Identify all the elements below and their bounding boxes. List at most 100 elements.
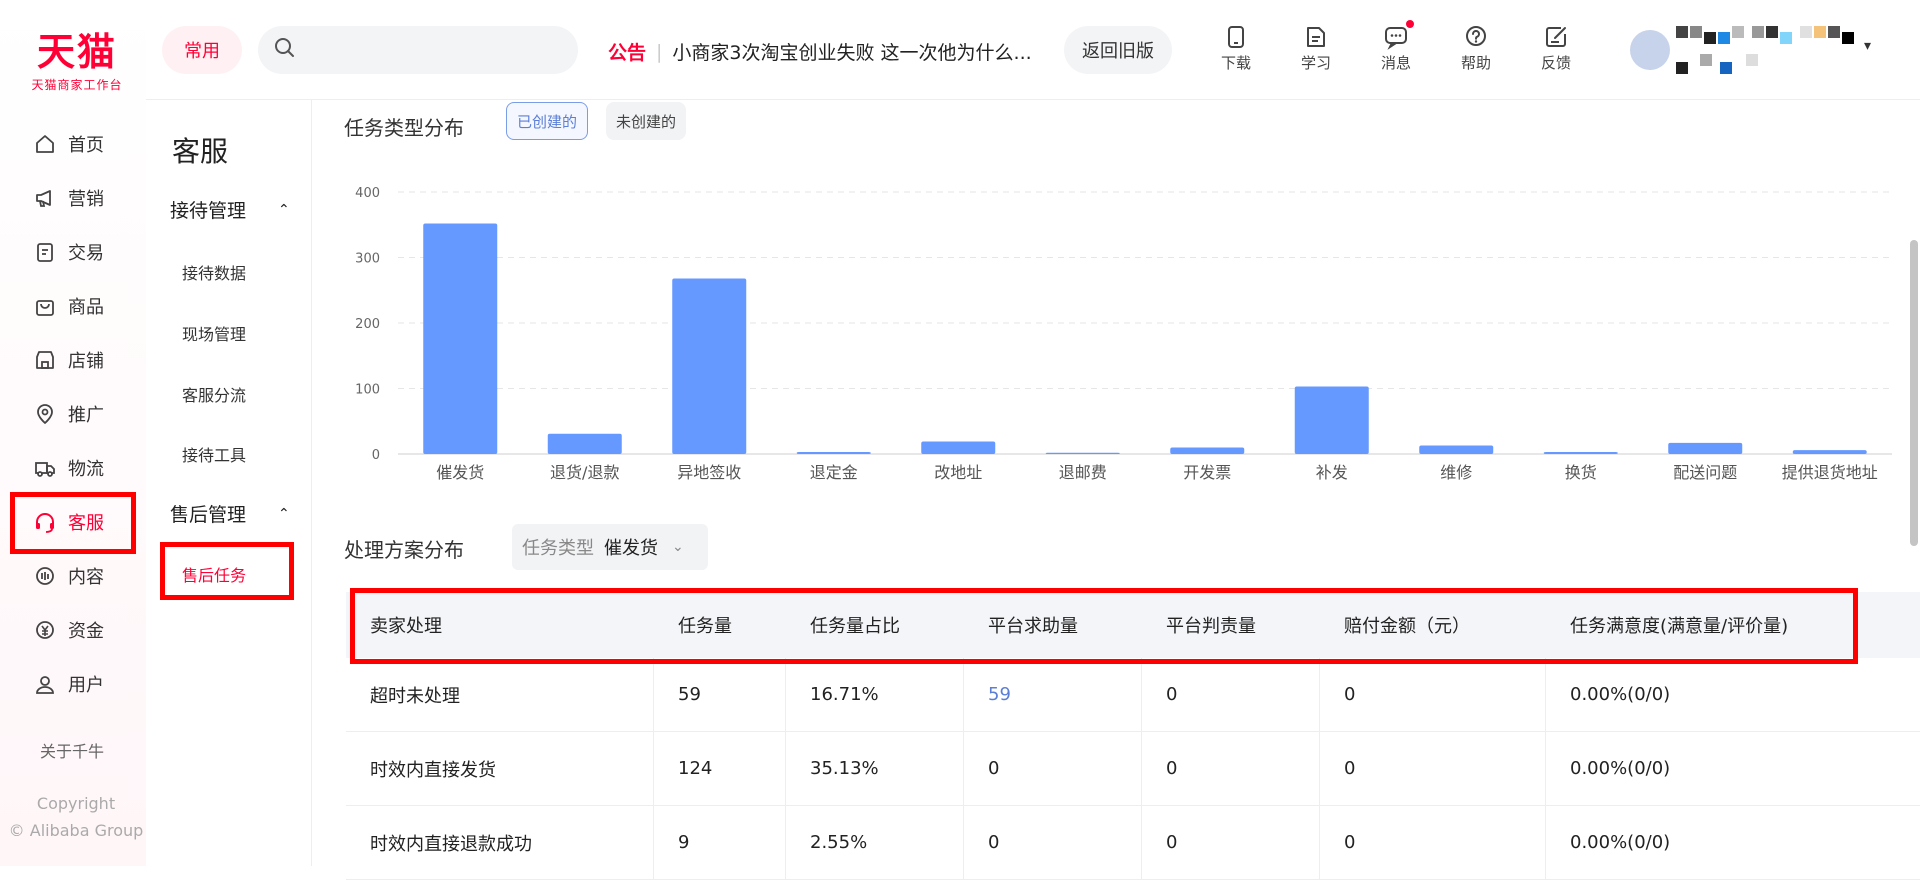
bar [796,452,871,454]
main-content: 任务类型分布 已创建的 未创建的 0 100 200 300 400 催发货 退货/退款 异地… [312,100,1920,880]
nav-item-1[interactable]: 营销 [34,184,104,212]
nav-item-label: 首页 [68,135,104,156]
table-cell: 0 [1142,732,1320,805]
nav-item-8[interactable]: 内容 [34,562,104,590]
scrollbar[interactable] [1910,240,1918,546]
copyright-line1: Copyright [36,794,116,813]
order-icon [34,241,56,263]
nav-item-6[interactable]: 物流 [34,454,104,482]
bar [921,441,996,454]
messages-button[interactable]: 消息 [1366,20,1426,73]
bar [1045,452,1120,454]
common-button[interactable]: 常用 [162,26,242,74]
avatar[interactable] [1630,30,1670,70]
task-type-select[interactable]: 任务类型 催发货 ⌄ [512,524,708,570]
copyright-line2: © Alibaba Group [8,821,144,840]
x-tick-label: 退货/退款 [550,463,619,482]
table-cell: 0.00%(0/0) [1570,684,1671,705]
nav-item-5[interactable]: 推广 [34,400,104,428]
back-to-old-version-button[interactable]: 返回旧版 [1064,26,1172,74]
nav-item-3[interactable]: 商品 [34,292,104,320]
nav-item-label: 用户 [68,675,104,696]
user-icon [34,673,56,695]
nav-item-label: 资金 [68,621,104,642]
subnav-group-aftersales[interactable]: 售后管理 ⌃ [170,500,290,527]
y-tick-label: 300 [355,252,380,267]
nav-item-2[interactable]: 交易 [34,238,104,266]
announcement-text[interactable]: 小商家3次淘宝创业失败 这一次他为什么... [672,38,1031,65]
subnav-item-reception-data[interactable]: 接待数据 [182,260,246,284]
x-tick-label: 退邮费 [1059,463,1107,482]
task-type-title: 任务类型分布 [344,116,464,140]
mosaic-block [1700,54,1712,66]
truck-icon [34,457,56,479]
tmall-logo[interactable]: 天猫 天猫商家工作台 [22,30,132,93]
home-icon [34,133,56,155]
highlight-box-aftersales-tasks [160,542,294,600]
x-tick-label: 换货 [1565,463,1597,482]
subnav-group-label: 接待管理 [170,200,247,222]
unread-badge [1406,20,1414,28]
mosaic-block [1676,26,1688,38]
subnav-group-reception[interactable]: 接待管理 ⌃ [170,196,290,223]
nav-item-9[interactable]: 资金 [34,616,104,644]
x-tick-label: 催发货 [436,463,484,482]
chevron-down-icon: ⌄ [672,539,684,555]
chip-not-created[interactable]: 未创建的 [606,102,687,140]
bar [423,223,498,454]
yuan-icon [34,619,56,641]
nav-item-4[interactable]: 店铺 [34,346,104,374]
subnav-item-site-management[interactable]: 现场管理 [182,321,246,345]
mosaic-block [1766,26,1778,38]
announcement[interactable]: 公告 | 小商家3次淘宝创业失败 这一次他为什么... [608,38,1032,65]
help-label: 帮助 [1460,54,1491,72]
chevron-up-icon: ⌃ [278,505,290,522]
download-button[interactable]: 下载 [1206,22,1266,73]
plan-distribution-title: 处理方案分布 [344,538,464,562]
learn-button[interactable]: 学习 [1286,22,1346,73]
table-cell: 0.00%(0/0) [1570,758,1671,779]
megaphone-icon [34,187,56,209]
x-tick-label: 补发 [1316,463,1348,482]
x-tick-label: 配送问题 [1673,463,1737,482]
search-input[interactable] [258,26,578,74]
subnav-item-cs-routing[interactable]: 客服分流 [182,382,246,406]
subnav-item-reception-tools[interactable]: 接待工具 [182,442,246,466]
announcement-tag: 公告 [608,42,647,64]
platform-help-link[interactable]: 59 [964,658,1142,731]
feedback-label: 反馈 [1540,54,1571,72]
nav-item-label: 店铺 [68,351,104,372]
location-icon [34,403,56,425]
logo-subtitle: 天猫商家工作台 [31,78,123,92]
chevron-up-icon: ⌃ [278,201,290,218]
table-cell: 0 [1320,658,1546,731]
y-tick-label: 400 [355,186,380,201]
help-button[interactable]: 帮助 [1446,22,1506,73]
mosaic-block [1704,32,1716,44]
bar [1294,386,1369,454]
subnav-group-label: 售后管理 [170,504,247,526]
table-cell: 0 [1320,806,1546,879]
about-link[interactable]: 关于千牛 [40,738,104,762]
table-cell: 时效内直接退款成功 [346,806,654,879]
nav-item-label: 商品 [68,297,104,318]
nav-item-10[interactable]: 用户 [34,670,104,698]
bar [1668,442,1743,454]
learn-icon [1286,22,1346,52]
table-cell: 时效内直接发货 [346,732,654,805]
content-icon [34,565,56,587]
chip-created[interactable]: 已创建的 [506,102,589,140]
logo-text: 天猫 [36,29,117,74]
feedback-button[interactable]: 反馈 [1526,22,1586,73]
x-tick-label: 改地址 [934,463,982,482]
secondary-nav: 客服 接待管理 ⌃ 接待数据 现场管理 客服分流 接待工具 售后管理 ⌃ 售后任… [146,100,312,866]
message-icon [1366,22,1426,52]
copyright: Copyright © Alibaba Group [6,790,146,844]
user-info-obscured[interactable] [1676,24,1856,78]
table-row: 超时未处理 59 16.71% 59 0 0 0.00%(0/0) [346,658,1920,732]
bar [547,433,622,454]
highlight-box-table-header [350,588,1858,664]
nav-item-0[interactable]: 首页 [34,130,104,158]
chevron-down-icon[interactable]: ▾ [1864,38,1871,54]
table-cell: 124 [654,732,786,805]
